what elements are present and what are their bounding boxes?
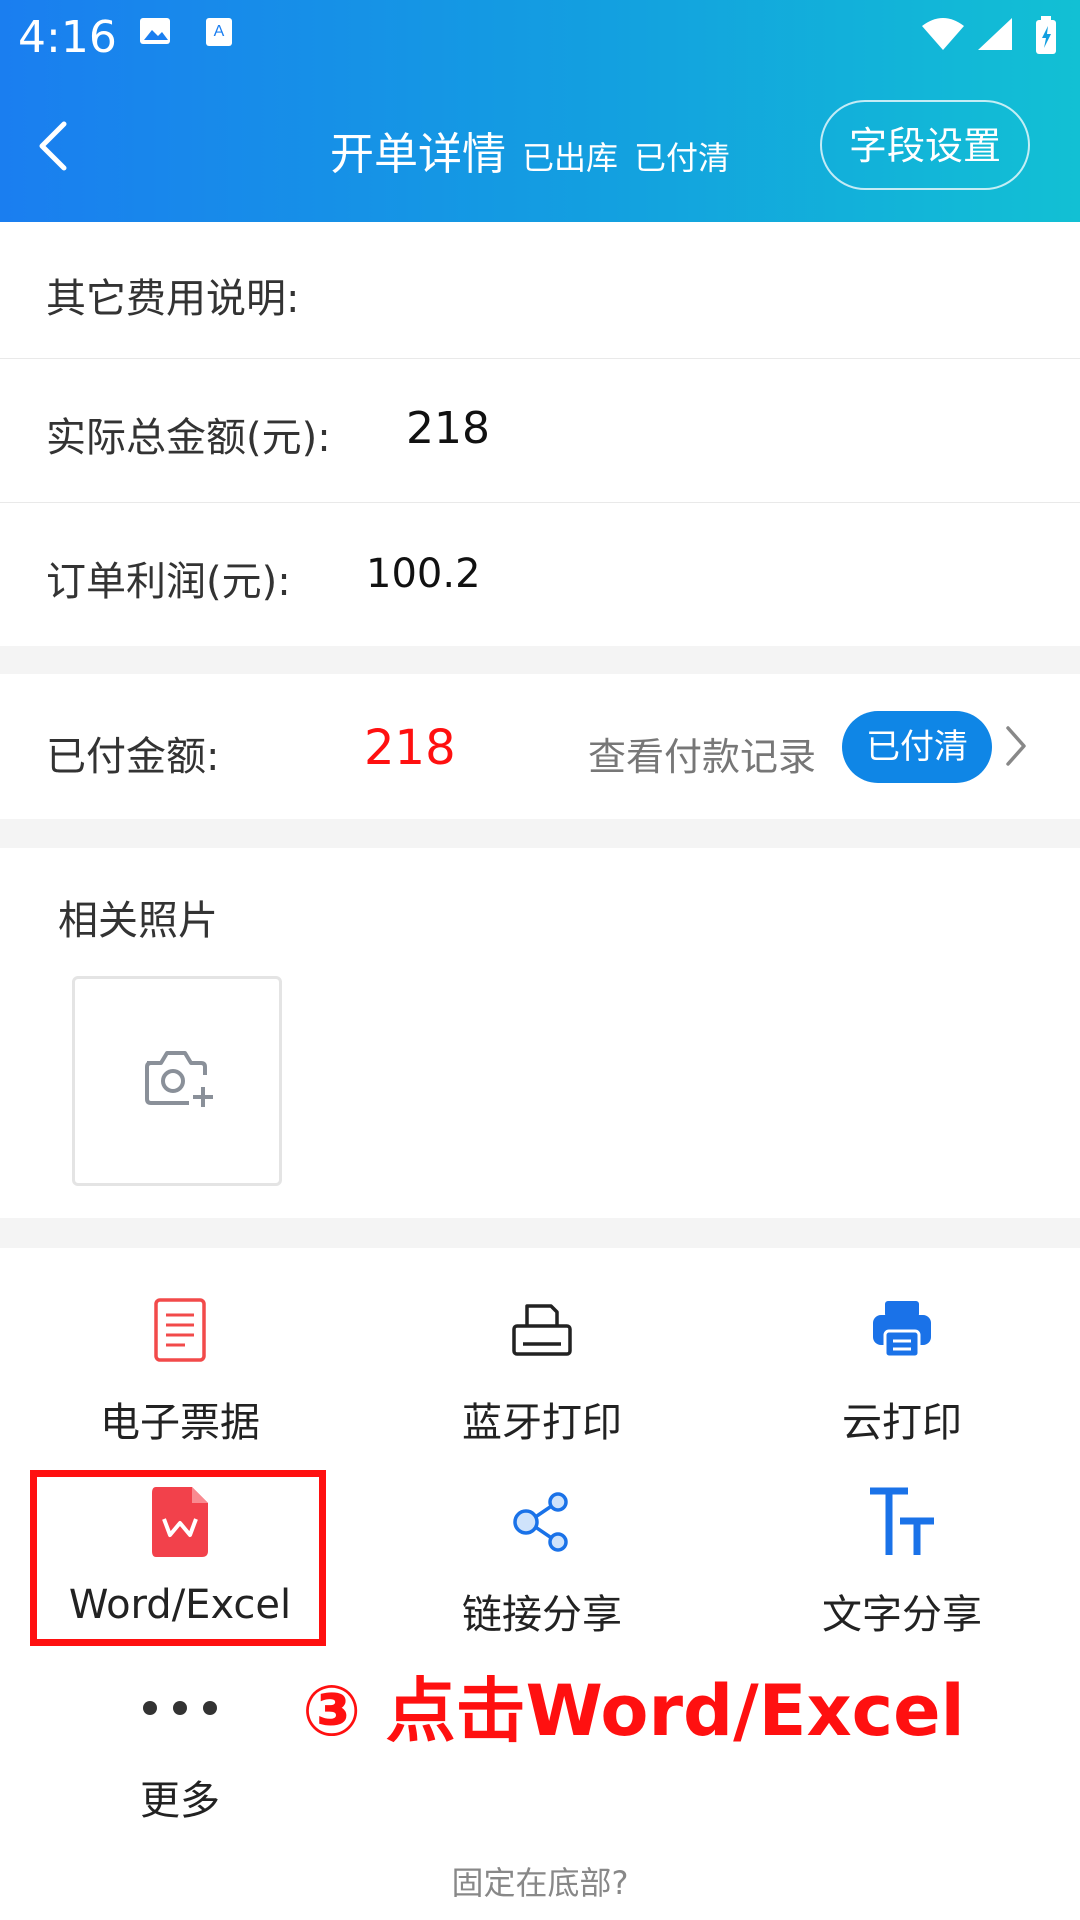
action-e-receipt[interactable]: 电子票据 bbox=[30, 1290, 330, 1448]
more-icon bbox=[143, 1701, 217, 1715]
paid-amount-value: 218 bbox=[364, 720, 456, 776]
bluetooth-printer-icon bbox=[512, 1304, 572, 1356]
action-text-share[interactable]: 文字分享 bbox=[752, 1482, 1052, 1640]
back-arrow-icon[interactable] bbox=[30, 120, 76, 172]
add-photo-button[interactable] bbox=[72, 976, 282, 1186]
field-settings-button[interactable]: 字段设置 bbox=[820, 100, 1030, 190]
receipt-icon bbox=[154, 1298, 206, 1362]
action-label: 电子票据 bbox=[100, 1400, 260, 1446]
image-notification-icon bbox=[140, 18, 170, 44]
pin-to-bottom-link[interactable]: 固定在底部? bbox=[0, 1858, 1080, 1904]
section-divider bbox=[0, 819, 1080, 848]
stock-out-tag: 已出库 bbox=[522, 139, 619, 177]
actual-total-label: 实际总金额(元): bbox=[46, 415, 331, 461]
chevron-right-icon bbox=[1006, 726, 1026, 766]
page-title-group: 开单详情 已出库 已付清 bbox=[330, 118, 730, 182]
action-label: 蓝牙打印 bbox=[462, 1400, 622, 1446]
related-photos-title: 相关照片 bbox=[58, 898, 218, 944]
action-label: 链接分享 bbox=[462, 1592, 622, 1638]
share-icon bbox=[513, 1492, 568, 1552]
section-divider bbox=[0, 1218, 1080, 1248]
paid-amount-label: 已付金额: bbox=[46, 734, 220, 780]
cloud-print-icon bbox=[873, 1301, 931, 1359]
battery-charging-icon bbox=[1036, 16, 1056, 54]
paid-status-badge: 已付清 bbox=[842, 711, 992, 783]
page-title: 开单详情 bbox=[330, 129, 506, 180]
app-header: 4:16 A 开单详情 已出库 已付清 字段设置 bbox=[0, 0, 1080, 222]
actual-total-row: 实际总金额(元): 218 bbox=[0, 359, 1080, 503]
text-notification-icon: A bbox=[206, 18, 232, 46]
action-label: 云打印 bbox=[842, 1400, 962, 1446]
profit-row: 订单利润(元): 100.2 bbox=[0, 503, 1080, 646]
highlight-box bbox=[30, 1470, 326, 1646]
action-more[interactable]: 更多 bbox=[30, 1668, 330, 1826]
text-size-icon bbox=[870, 1487, 934, 1555]
status-time: 4:16 bbox=[18, 12, 117, 63]
add-photo-camera-icon bbox=[145, 1051, 213, 1107]
actual-total-value: 218 bbox=[406, 403, 490, 454]
paid-tag: 已付清 bbox=[634, 139, 731, 177]
svg-text:A: A bbox=[214, 23, 225, 40]
section-divider bbox=[0, 646, 1080, 674]
other-fees-label: 其它费用说明: bbox=[46, 276, 300, 322]
other-fees-row[interactable]: 其它费用说明: bbox=[0, 222, 1080, 359]
action-cloud-print[interactable]: 云打印 bbox=[752, 1290, 1052, 1448]
step-annotation: ③ 点击Word/Excel bbox=[302, 1670, 965, 1752]
action-label: 更多 bbox=[140, 1778, 220, 1824]
action-bluetooth-print[interactable]: 蓝牙打印 bbox=[392, 1290, 692, 1448]
profit-label: 订单利润(元): bbox=[46, 559, 291, 605]
action-link-share[interactable]: 链接分享 bbox=[392, 1482, 692, 1640]
profit-value: 100.2 bbox=[366, 551, 481, 597]
cellular-signal-icon bbox=[978, 18, 1012, 50]
wifi-icon bbox=[922, 18, 964, 50]
action-label: 文字分享 bbox=[822, 1592, 982, 1638]
payment-record-link[interactable]: 查看付款记录 bbox=[588, 726, 816, 781]
